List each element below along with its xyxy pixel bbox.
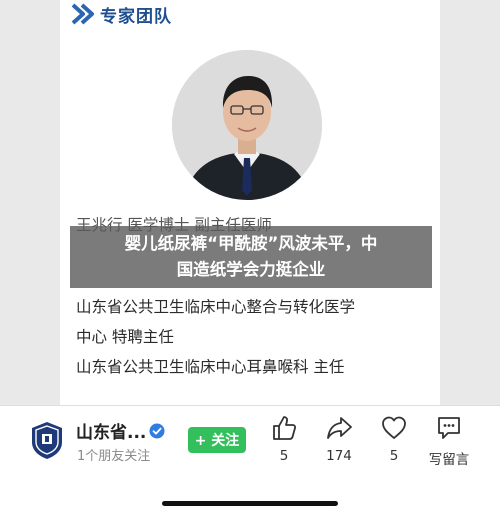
account-logo-icon[interactable] (30, 420, 64, 460)
favorite-count: 5 (389, 448, 399, 464)
account-name-text[interactable]: 山东省... (76, 418, 146, 443)
expert-department-line: 山东省公共卫生临床中心耳鼻喉科 主任 (76, 358, 345, 376)
share-count: 174 (326, 448, 352, 464)
article-screenshot: 专家团队 王兆行 医学博士 副主任医师 山东省公共卫生临床中心整合与转化医学 中… (60, 0, 440, 405)
expert-position-line: 中心 特聘主任 (76, 328, 174, 346)
follow-button[interactable]: + 关注 (188, 427, 246, 453)
chevron-right-icon (71, 3, 94, 25)
headline-line-2: 国造纸学会力挺企业 (176, 260, 326, 279)
share-arrow-icon[interactable] (325, 414, 353, 442)
expert-affiliation-line: 山东省公共卫生临床中心整合与转化医学 (76, 298, 356, 316)
share-action[interactable]: 174 (309, 414, 369, 464)
headline-line-1: 婴儿纸尿裤“甲酰胺”风波未平，中 (124, 234, 378, 253)
verified-badge-icon (149, 423, 165, 438)
comment-label: 写留言 (428, 452, 470, 468)
like-action[interactable]: 5 (254, 414, 314, 464)
account-name[interactable]: 山东省... (76, 418, 165, 443)
favorite-action[interactable]: 5 (364, 414, 424, 464)
account-followers: 1个朋友关注 (77, 449, 151, 464)
section-title: 专家团队 (100, 6, 172, 27)
thumbs-up-icon[interactable] (270, 414, 298, 442)
comment-icon[interactable] (435, 414, 463, 442)
like-count: 5 (279, 448, 289, 464)
comment-action[interactable]: 写留言 (419, 414, 479, 468)
home-indicator[interactable] (162, 501, 338, 506)
section-header: 专家团队 (70, 2, 172, 27)
headline-text: 婴儿纸尿裤“甲酰胺”风波未平，中 国造纸学会力挺企业 (125, 231, 378, 283)
person-portrait-icon (172, 50, 322, 200)
headline-overlay: 婴儿纸尿裤“甲酰胺”风波未平，中 国造纸学会力挺企业 (70, 226, 432, 288)
heart-icon[interactable] (380, 414, 408, 442)
expert-avatar (172, 50, 322, 200)
